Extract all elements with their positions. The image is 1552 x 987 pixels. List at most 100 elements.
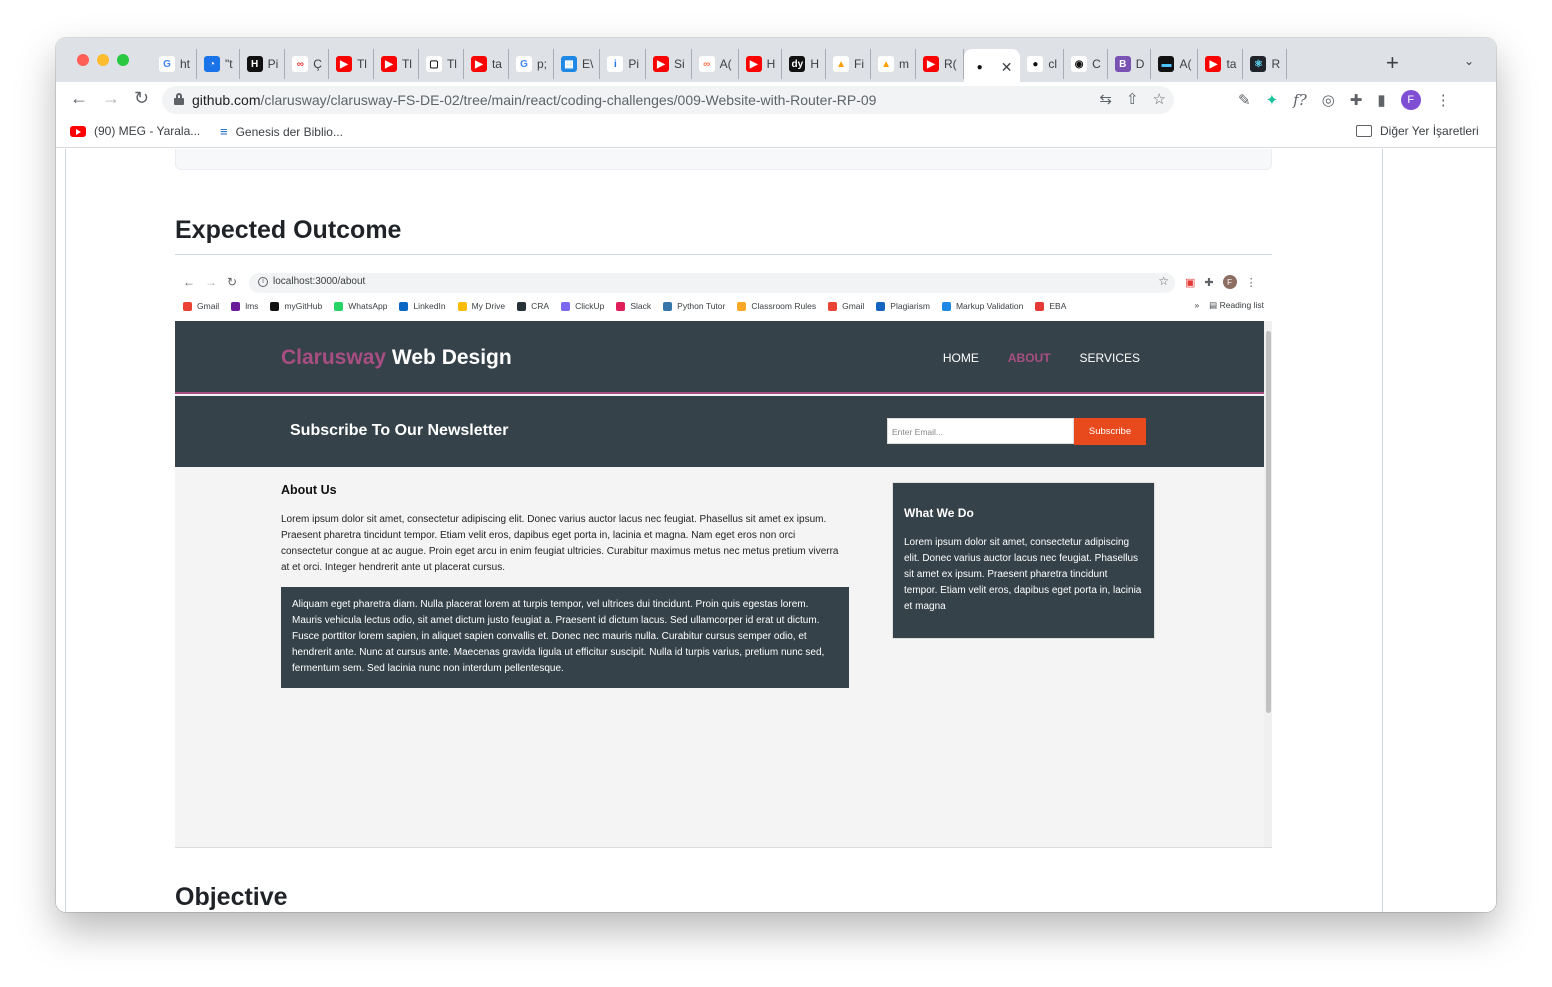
subscribe-button: Subscribe <box>1074 418 1146 445</box>
book-icon: ≡ <box>220 124 228 139</box>
tab-title: Ç <box>313 57 322 71</box>
browser-tab[interactable]: ▶ R( <box>916 49 964 79</box>
browser-tab[interactable]: Ght <box>152 49 198 79</box>
profile-avatar[interactable]: F <box>1400 90 1421 110</box>
site-nav: HOME ABOUT SERVICES <box>943 351 1140 365</box>
bookmark-favicon-icon <box>561 301 571 311</box>
browser-tab[interactable]: ∞ Ç <box>285 49 329 79</box>
bookmark-favicon-icon <box>231 301 241 311</box>
browser-tab[interactable]: ▶ Tl <box>374 49 419 79</box>
site-brand: Clarusway Web Design <box>281 346 512 369</box>
glasses-icon: ∞ <box>698 56 715 72</box>
bookmark-favicon-icon <box>663 301 673 311</box>
inner-extension-icon: ▣ <box>1185 276 1196 289</box>
bookmark-favicon-icon <box>270 301 280 311</box>
new-tab-button[interactable]: + <box>1386 50 1399 76</box>
back-button[interactable]: ← <box>70 88 88 109</box>
browser-tab[interactable]: ▶ H <box>739 49 783 79</box>
inner-bookmarks-bar: Gmail lms myGitHub WhatsApp LinkedIn My Drive… <box>175 296 1272 316</box>
forward-button[interactable]: → <box>102 88 120 109</box>
tab-search-button[interactable]: ⌄ <box>1464 54 1474 68</box>
close-window-button[interactable] <box>77 54 89 66</box>
nav-about-link: ABOUT <box>1007 351 1051 365</box>
inner-bookmark-item: Gmail <box>183 301 219 311</box>
youtube-icon: ▶ <box>1205 56 1222 72</box>
browser-tab[interactable]: BD <box>1108 49 1152 79</box>
bookmarks-bar: (90) MEG - Yarala... ≡ Genesis der Bibli… <box>56 118 1496 148</box>
inner-bookmark-label: Slack <box>630 301 652 311</box>
eyedropper-icon[interactable]: ✎ <box>1238 91 1251 109</box>
side-panel-icon[interactable]: ▮ <box>1377 91 1385 109</box>
other-bookmarks[interactable]: Diğer Yer İşaretleri <box>1356 124 1479 138</box>
bookmark-item[interactable]: (90) MEG - Yarala... <box>70 124 200 138</box>
puzzle-icon[interactable]: ✚ <box>1350 91 1363 109</box>
reload-button[interactable]: ↻ <box>134 88 149 109</box>
browser-tab[interactable]: ▶ ta <box>464 49 509 79</box>
inner-bookmark-item: myGitHub <box>270 301 322 311</box>
youtube-icon: ▶ <box>470 56 487 72</box>
tab-title: "t <box>225 57 233 71</box>
sidebar-text: Lorem ipsum dolor sit amet, consectetur … <box>904 537 1142 612</box>
bookmark-favicon-icon <box>457 301 467 311</box>
browser-tab[interactable]: ▬ A( <box>1151 49 1199 79</box>
inner-bookmark-label: Classroom Rules <box>751 301 817 311</box>
translate-icon[interactable]: ⇆ <box>1099 90 1112 108</box>
browser-tab[interactable]: H Pi <box>240 49 286 79</box>
tab-title: Fi <box>854 57 865 71</box>
tab-title: ta <box>491 57 502 71</box>
bootstrap-icon: B <box>1114 56 1131 72</box>
browser-tab[interactable]: ▲ Fi <box>826 49 872 79</box>
tab-active[interactable]: ● ✕ <box>963 49 1021 85</box>
tab-title: H <box>766 57 776 71</box>
bookmark-favicon-icon <box>737 301 747 311</box>
info-icon: i <box>607 56 624 72</box>
speech-bubble-icon: ◔ <box>204 56 221 72</box>
formula-icon[interactable]: f? <box>1293 91 1307 109</box>
tab-title: cl <box>1048 57 1058 71</box>
tab-title: C <box>1092 57 1101 71</box>
browser-tab[interactable]: ▦ E\ <box>554 49 601 79</box>
browser-tab[interactable]: ▶ ta <box>1198 49 1244 79</box>
browser-tab[interactable]: ◉ C <box>1064 49 1108 79</box>
tab-title: E\ <box>581 57 594 71</box>
maximize-window-button[interactable] <box>117 54 129 66</box>
tab-title: Tl <box>446 57 457 71</box>
tab-close-icon[interactable]: ✕ <box>1001 59 1013 76</box>
share-icon[interactable]: ⇧ <box>1126 90 1139 108</box>
browser-tab[interactable]: dy H <box>782 49 827 79</box>
browser-tab[interactable]: ◔ "t <box>197 49 240 79</box>
browser-toolbar: ← → ↻ github.com/clarusway/clarusway-FS-… <box>56 82 1496 118</box>
bookmark-star-icon[interactable]: ☆ <box>1153 90 1166 108</box>
browser-tab[interactable]: ▶ Tl <box>329 49 374 79</box>
tab-title: A( <box>1179 57 1192 71</box>
inner-bookmark-item: lms <box>231 301 258 311</box>
browser-tab[interactable]: ∞ A( <box>692 49 739 79</box>
about-title: About Us <box>281 483 337 497</box>
reading-list: ▤ Reading list <box>1209 300 1264 310</box>
address-bar[interactable]: github.com/clarusway/clarusway-FS-DE-02/… <box>162 86 1174 114</box>
tab-title: Tl <box>356 57 367 71</box>
browser-tab[interactable]: ▲ m <box>871 49 917 79</box>
dev-icon[interactable]: ◎ <box>1322 91 1335 109</box>
code-block-end <box>175 149 1272 170</box>
browser-tab[interactable]: ● cl <box>1020 49 1065 79</box>
bookmark-favicon-icon <box>334 301 344 311</box>
inner-address-bar: i localhost:3000/about ☆ <box>249 273 1175 293</box>
grid-icon: ▦ <box>560 56 577 72</box>
inner-bookmark-item: ClickUp <box>561 301 604 311</box>
browser-tab[interactable]: ▶ Si <box>646 49 692 79</box>
browser-tab[interactable]: Gp; <box>509 49 554 79</box>
browser-tab[interactable]: ▢ Tl <box>419 49 464 79</box>
extension-tree-icon[interactable]: ✦ <box>1266 91 1279 109</box>
minimize-window-button[interactable] <box>97 54 109 66</box>
menu-icon[interactable]: ⋮ <box>1436 91 1451 109</box>
browser-tab[interactable]: ⚛ R <box>1243 49 1288 79</box>
inner-bookmark-item: Markup Validation <box>941 301 1023 311</box>
bookmark-item[interactable]: ≡ Genesis der Biblio... <box>220 124 343 139</box>
inner-reload-icon: ↻ <box>227 275 238 289</box>
folder-icon <box>1356 125 1372 137</box>
lock-icon <box>174 93 184 105</box>
google-icon: G <box>159 56 175 72</box>
browser-tab[interactable]: i Pi <box>600 49 646 79</box>
bookmark-favicon-icon <box>828 301 838 311</box>
